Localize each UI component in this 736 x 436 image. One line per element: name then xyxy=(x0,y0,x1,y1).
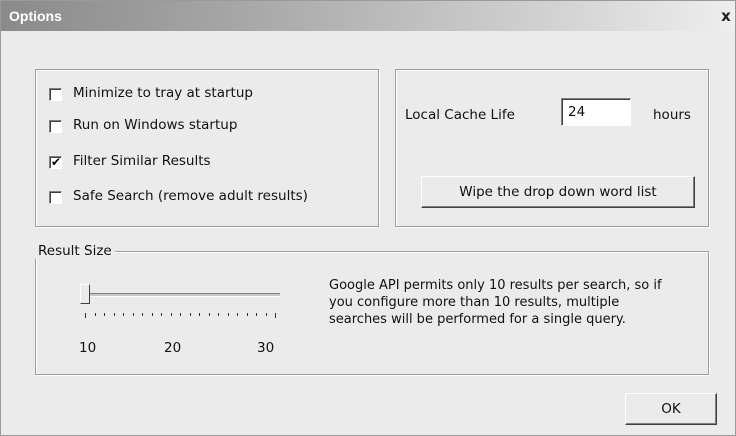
slider-max-label: 30 xyxy=(257,340,275,356)
slider-min-label: 10 xyxy=(79,340,97,356)
window-title: Options xyxy=(9,8,62,24)
slider-tick xyxy=(246,313,248,316)
slider-tick xyxy=(94,313,96,316)
checkmark-icon: ✔ xyxy=(51,155,62,169)
result-size-legend: Result Size xyxy=(35,243,115,259)
slider-tick xyxy=(151,313,153,316)
ok-button[interactable]: OK xyxy=(625,393,717,425)
slider-tick xyxy=(142,313,143,316)
slider-tick xyxy=(227,313,229,316)
result-size-slider[interactable] xyxy=(75,279,285,339)
slider-tick xyxy=(199,313,200,316)
slider-tick xyxy=(189,313,191,316)
checkbox-box[interactable] xyxy=(49,191,62,204)
checkbox-label: Safe Search (remove adult results) xyxy=(73,188,308,204)
slider-tick xyxy=(265,313,267,316)
cache-life-label: Local Cache Life xyxy=(405,107,515,123)
slider-ticks xyxy=(75,313,285,319)
slider-tick xyxy=(256,313,257,316)
note-line: searches will be performed for a single … xyxy=(329,312,626,327)
slider-track[interactable] xyxy=(85,293,280,297)
checkbox-label: Run on Windows startup xyxy=(73,117,238,133)
slider-tick xyxy=(104,313,105,316)
title-bar[interactable]: Options x xyxy=(1,1,735,31)
note-line: Google API permits only 10 results per s… xyxy=(329,278,662,293)
slider-tick xyxy=(113,313,115,316)
slider-tick xyxy=(123,313,124,316)
slider-tick xyxy=(85,313,86,318)
cache-unit-label: hours xyxy=(653,107,691,123)
checkbox-box[interactable] xyxy=(49,88,62,101)
checkbox-label: Minimize to tray at startup xyxy=(73,85,253,101)
slider-tick xyxy=(275,313,276,318)
slider-mid-label: 20 xyxy=(164,340,182,356)
close-icon[interactable]: x xyxy=(717,7,735,25)
slider-thumb[interactable] xyxy=(80,284,90,304)
cache-life-input[interactable] xyxy=(561,98,631,126)
checkbox-box[interactable]: ✔ xyxy=(49,155,62,169)
slider-tick xyxy=(218,313,219,316)
slider-tick xyxy=(237,313,238,316)
slider-tick xyxy=(170,313,172,316)
checkbox-label: Filter Similar Results xyxy=(73,153,211,169)
api-limit-note: Google API permits only 10 results per s… xyxy=(329,277,736,328)
wipe-word-list-button[interactable]: Wipe the drop down word list xyxy=(421,176,695,208)
slider-tick xyxy=(208,313,210,316)
slider-tick xyxy=(161,313,162,316)
checkbox-box[interactable] xyxy=(49,120,62,133)
note-line: you configure more than 10 results, mult… xyxy=(329,295,620,310)
slider-tick xyxy=(132,313,134,316)
options-dialog: Options x Minimize to tray at startup Ru… xyxy=(0,0,736,436)
slider-tick xyxy=(180,313,181,316)
